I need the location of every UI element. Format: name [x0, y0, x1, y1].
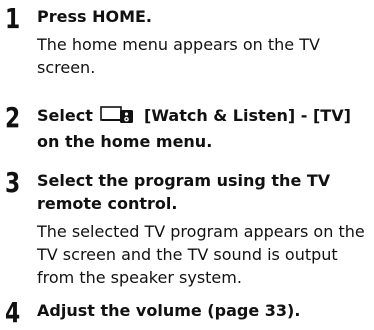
step-number: 1 [5, 2, 21, 35]
step-content: Select [Watch & Listen] - [TV] on the ho… [37, 104, 371, 153]
step-heading: Adjust the volume (page 33). [37, 301, 301, 320]
watch-listen-icon [100, 106, 136, 130]
step-heading: Select the program using the TV remote c… [37, 171, 331, 213]
step-heading: Press HOME. [37, 7, 153, 26]
step-number: 3 [5, 166, 21, 199]
step-content: Press HOME. The home menu appears on the… [37, 5, 371, 79]
step-heading-pre: Select [37, 106, 93, 125]
step-description: The home menu appears on the TV screen. [37, 35, 320, 77]
step-content: Select the program using the TV remote c… [37, 169, 371, 289]
step-description: The selected TV program appears on the T… [37, 222, 365, 287]
step-heading: Select [Watch & Listen] - [TV] on the ho… [37, 104, 371, 153]
step-content: Adjust the volume (page 33). [37, 299, 371, 322]
step-number: 2 [5, 101, 21, 134]
step-number: 4 [5, 296, 21, 329]
